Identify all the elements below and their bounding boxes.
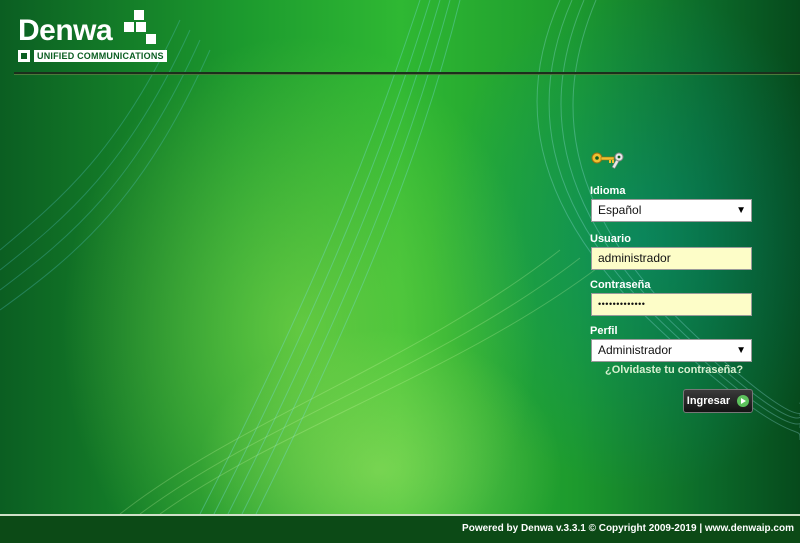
user-input[interactable]: administrador <box>591 247 752 270</box>
chevron-down-icon: ▼ <box>736 205 746 216</box>
language-label: Idioma <box>590 185 626 197</box>
chevron-down-icon: ▼ <box>736 345 746 356</box>
logo-squares-icon <box>124 10 158 44</box>
header-divider <box>14 72 800 75</box>
play-arrow-icon <box>737 395 750 407</box>
brand-tagline: UNIFIED COMMUNICATIONS <box>18 50 167 62</box>
password-input[interactable]: ••••••••••••• <box>591 293 752 316</box>
login-button-label: Ingresar <box>686 395 731 407</box>
footer-copyright: Powered by Denwa v.3.3.1 © Copyright 200… <box>462 523 794 534</box>
language-value: Español <box>598 203 642 217</box>
language-select[interactable]: Español ▼ <box>591 199 752 222</box>
profile-value: Administrador <box>598 343 673 357</box>
tagline-text: UNIFIED COMMUNICATIONS <box>34 50 167 62</box>
profile-select[interactable]: Administrador ▼ <box>591 339 752 362</box>
user-label: Usuario <box>590 233 631 245</box>
footer: Powered by Denwa v.3.3.1 © Copyright 200… <box>0 514 800 543</box>
keys-icon <box>591 152 624 169</box>
user-value: administrador <box>598 251 671 265</box>
password-label: Contraseña <box>590 279 651 291</box>
login-button[interactable]: Ingresar <box>683 389 753 413</box>
denwa-logo: Denwa UNIFIED COMMUNICATIONS <box>18 10 178 66</box>
profile-label: Perfil <box>590 325 618 337</box>
tagline-square-icon <box>18 50 30 62</box>
password-value: ••••••••••••• <box>598 299 646 309</box>
forgot-password-link[interactable]: ¿Olvidaste tu contraseña? <box>605 364 743 376</box>
brand-name: Denwa <box>18 14 113 47</box>
